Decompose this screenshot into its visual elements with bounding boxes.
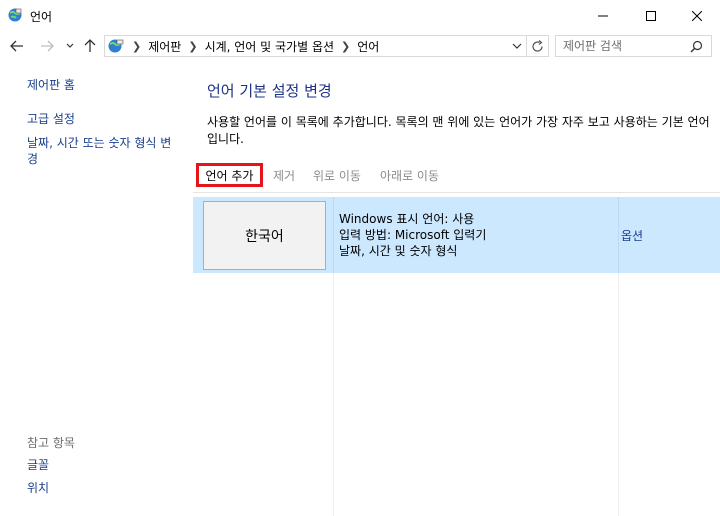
advanced-settings-link[interactable]: 고급 설정	[27, 111, 75, 127]
control-panel-icon	[108, 39, 124, 53]
fonts-link[interactable]: 글꼴	[27, 457, 49, 473]
recent-locations-button[interactable]	[63, 36, 77, 56]
close-button[interactable]	[674, 0, 720, 31]
refresh-button[interactable]	[526, 36, 548, 56]
column-divider	[333, 197, 334, 273]
language-detail-display: Windows 표시 언어: 사용	[339, 212, 475, 226]
search-box[interactable]	[555, 35, 712, 57]
close-icon	[692, 10, 702, 21]
maximize-icon	[646, 10, 656, 21]
language-list: 한국어 Windows 표시 언어: 사용 입력 방법: Microsoft 입…	[193, 197, 720, 516]
breadcrumb-control-panel[interactable]: 제어판	[148, 38, 181, 55]
language-detail-format: 날짜, 시간 및 숫자 형식	[339, 244, 458, 258]
breadcrumb-clock-language-region[interactable]: 시계, 언어 및 국가별 옵션	[205, 38, 334, 55]
page-description: 사용할 언어를 이 목록에 추가합니다. 목록의 맨 위에 있는 언어가 가장 …	[207, 115, 710, 146]
address-bar[interactable]: ❯ 제어판 ❯ 시계, 언어 및 국가별 옵션 ❯ 언어	[104, 35, 549, 57]
language-toolbar: 언어 추가 제거 위로 이동 아래로 이동	[193, 157, 720, 193]
column-divider	[618, 197, 619, 273]
column-divider	[333, 273, 334, 516]
refresh-icon	[532, 39, 543, 52]
search-input[interactable]	[563, 39, 681, 53]
language-details: Windows 표시 언어: 사용 입력 방법: Microsoft 입력기 날…	[339, 211, 486, 259]
column-divider	[618, 273, 619, 516]
maximize-button[interactable]	[628, 0, 674, 31]
page-title: 언어 기본 설정 변경	[207, 82, 332, 100]
add-language-button[interactable]: 언어 추가	[196, 163, 263, 187]
main-content: 언어 기본 설정 변경 사용할 언어를 이 목록에 추가합니다. 목록의 맨 위…	[190, 61, 720, 516]
breadcrumb-language[interactable]: 언어	[357, 38, 379, 55]
language-detail-input: 입력 방법: Microsoft 입력기	[339, 228, 487, 242]
control-panel-home-link[interactable]: 제어판 홈	[27, 77, 75, 93]
language-tile[interactable]: 한국어	[203, 201, 326, 270]
forward-button[interactable]	[36, 36, 58, 56]
navigation-bar: ❯ 제어판 ❯ 시계, 언어 및 국가별 옵션 ❯ 언어	[0, 31, 720, 61]
forward-arrow-icon	[41, 40, 54, 52]
remove-button[interactable]: 제거	[273, 163, 295, 187]
minimize-button[interactable]	[580, 0, 626, 31]
left-nav-pane: 제어판 홈 고급 설정 날짜, 시간 또는 숫자 형식 변경 참고 항목 글꼴 …	[0, 61, 190, 516]
back-button[interactable]	[6, 36, 28, 56]
minimize-icon	[598, 15, 608, 16]
language-row[interactable]: 한국어 Windows 표시 언어: 사용 입력 방법: Microsoft 입…	[193, 197, 720, 273]
window-title: 언어	[30, 10, 53, 24]
breadcrumb-separator[interactable]: ❯	[132, 40, 141, 53]
see-also-heading: 참고 항목	[27, 436, 75, 450]
up-button[interactable]	[80, 36, 100, 56]
breadcrumb-separator[interactable]: ❯	[341, 40, 350, 53]
up-arrow-icon	[84, 39, 96, 52]
move-up-button[interactable]: 위로 이동	[313, 163, 361, 187]
move-down-button[interactable]: 아래로 이동	[380, 163, 439, 187]
title-bar: 언어	[0, 0, 720, 31]
date-time-format-link[interactable]: 날짜, 시간 또는 숫자 형식 변경	[27, 135, 182, 167]
language-options-link[interactable]: 옵션	[621, 227, 643, 244]
chevron-down-icon	[66, 43, 74, 48]
breadcrumb-separator[interactable]: ❯	[188, 40, 197, 53]
search-icon[interactable]	[690, 40, 703, 53]
control-panel-icon	[8, 8, 22, 22]
chevron-down-icon[interactable]	[510, 39, 524, 53]
back-arrow-icon	[10, 40, 23, 52]
location-link[interactable]: 위치	[27, 480, 49, 496]
